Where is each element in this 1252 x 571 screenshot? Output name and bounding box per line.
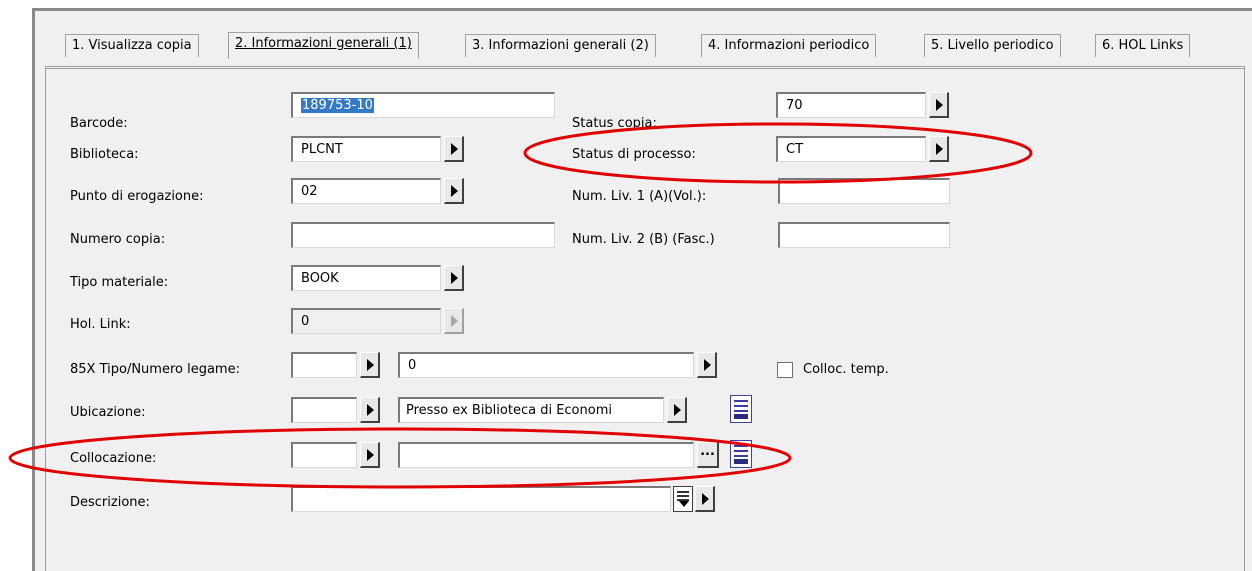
status-processo-input[interactable]: CT [776,136,926,162]
ubicazione-code-dropdown-button[interactable] [360,397,380,423]
biblioteca-dropdown-button[interactable] [444,136,464,162]
ubicazione-text-input[interactable]: Presso ex Biblioteca di Economi [398,397,664,423]
tab-visualizza-copia[interactable]: 1. Visualizza copia [65,34,199,57]
ubicazione-text-dropdown-button[interactable] [667,397,687,423]
collocazione-label: Collocazione: [70,451,157,466]
num-liv2-input[interactable] [778,222,950,248]
collocazione-code-dropdown-button[interactable] [360,442,380,468]
tab-hol-links[interactable]: 6. HOL Links [1095,34,1191,57]
tipo-numero-legame-label: 85X Tipo/Numero legame: [70,362,240,377]
numero-copia-input[interactable] [291,222,555,248]
tab-informazioni-generali-2[interactable]: 3. Informazioni generali (2) [465,34,656,57]
punto-erogazione-dropdown-button[interactable] [444,178,464,204]
ubicazione-list-icon[interactable] [730,395,752,423]
ubicazione-label: Ubicazione: [70,405,146,420]
status-copia-label: Status copia: [572,116,657,131]
descrizione-list-icon[interactable] [673,486,693,512]
ubicazione-code-input[interactable] [291,397,357,423]
hol-link-dropdown-button [444,308,464,334]
colloc-temp-checkbox[interactable] [777,362,793,378]
descrizione-input[interactable] [291,486,671,512]
tab-livello-periodico[interactable]: 5. Livello periodico [924,34,1061,57]
barcode-input[interactable]: 189753-10 [291,92,555,118]
numero-legame-input[interactable]: 0 [398,352,694,378]
colloc-temp-label: Colloc. temp. [803,362,889,377]
collocazione-text-input[interactable] [398,442,694,468]
numero-copia-label: Numero copia: [70,232,166,247]
barcode-label: Barcode: [70,116,128,131]
status-copia-input[interactable]: 70 [776,92,926,118]
barcode-value: 189753-10 [301,98,374,113]
punto-erogazione-label: Punto di erogazione: [70,189,204,204]
descrizione-dropdown-button[interactable] [695,486,715,512]
tipo-materiale-dropdown-button[interactable] [444,265,464,291]
num-liv1-input[interactable] [778,178,950,204]
tipo-materiale-input[interactable]: BOOK [291,265,441,291]
num-liv2-label: Num. Liv. 2 (B) (Fasc.) [572,232,715,247]
num-liv1-label: Num. Liv. 1 (A)(Vol.): [572,189,707,204]
status-processo-label: Status di processo: [572,147,696,162]
punto-erogazione-input[interactable]: 02 [291,178,441,204]
tab-informazioni-periodico[interactable]: 4. Informazioni periodico [701,34,877,57]
tab-informazioni-generali-1[interactable]: 2. Informazioni generali (1) [228,32,419,59]
status-processo-dropdown-button[interactable] [929,136,949,162]
collocazione-code-input[interactable] [291,442,357,468]
biblioteca-input[interactable]: PLCNT [291,136,441,162]
biblioteca-label: Biblioteca: [70,147,139,162]
hol-link-input: 0 [291,308,441,334]
collocazione-ellipsis-button[interactable]: ... [697,442,719,468]
numero-legame-dropdown-button[interactable] [697,352,717,378]
tipo-materiale-label: Tipo materiale: [70,275,169,290]
collocazione-list-icon[interactable] [730,440,752,468]
status-copia-dropdown-button[interactable] [929,92,949,118]
tipo-legame-dropdown-button[interactable] [360,352,380,378]
hol-link-label: Hol. Link: [70,317,131,332]
descrizione-label: Descrizione: [70,495,150,510]
tipo-legame-input[interactable] [291,352,357,378]
